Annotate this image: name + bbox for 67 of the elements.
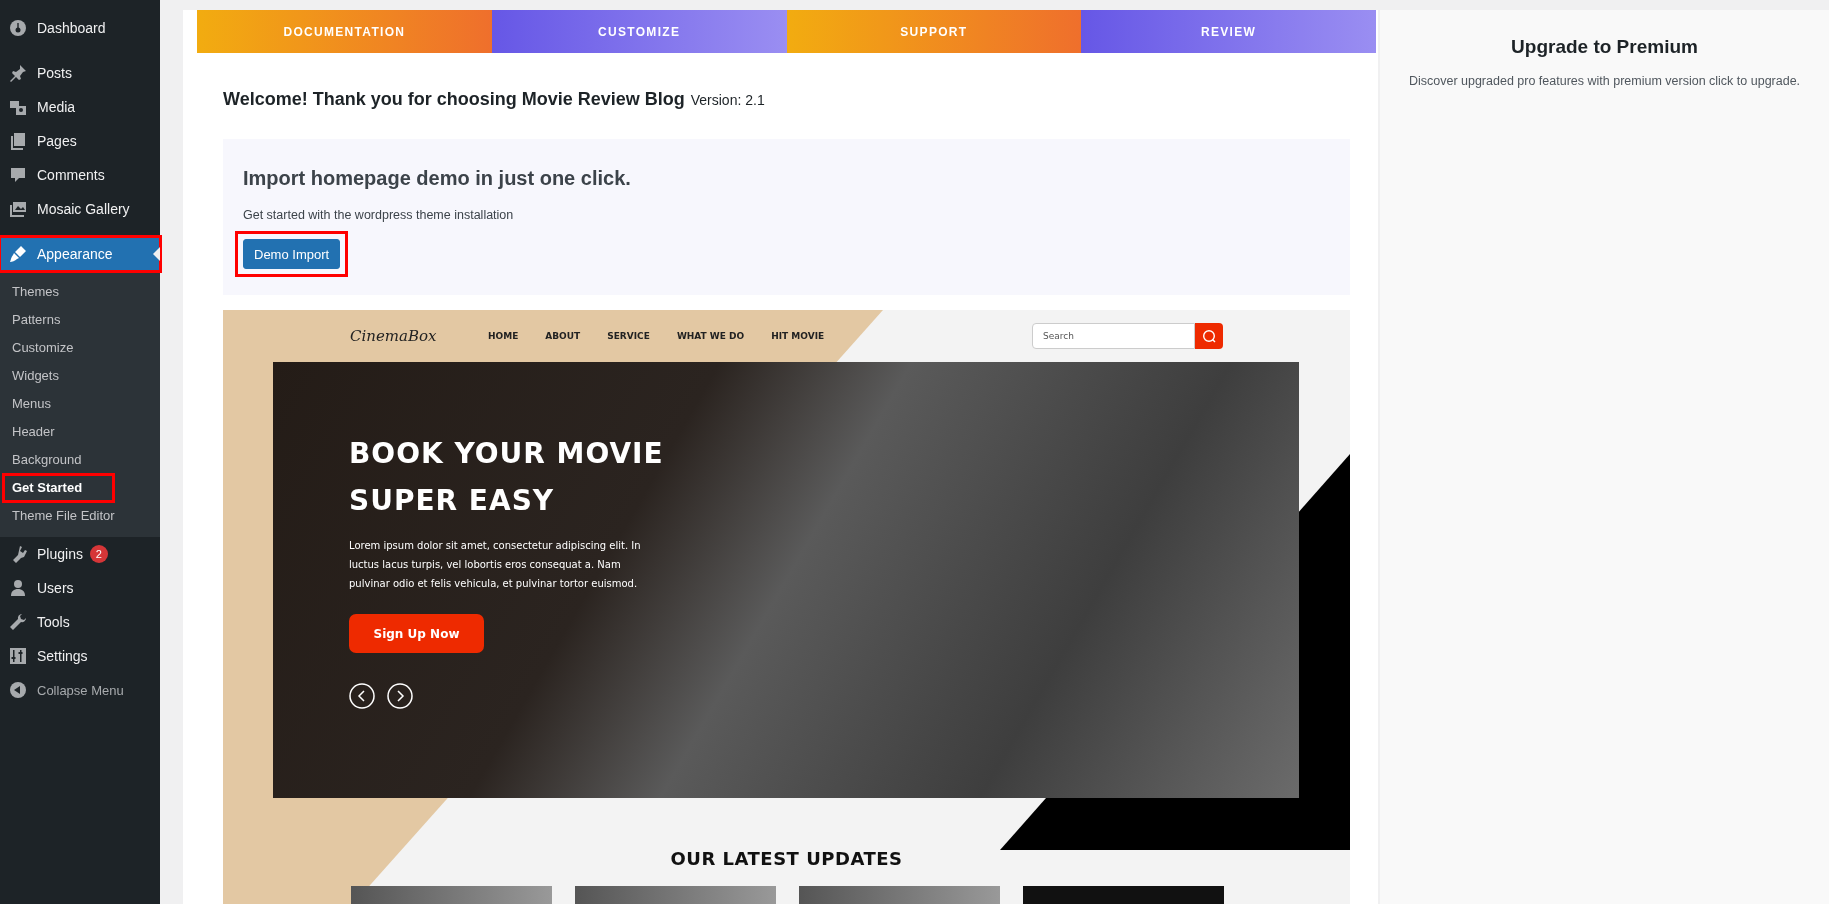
upgrade-description: Discover upgraded pro features with premium version click to upgrade. <box>1407 74 1802 88</box>
submenu-item[interactable]: Themes <box>0 278 69 306</box>
search-button[interactable] <box>1195 323 1223 349</box>
demo-import-button[interactable]: Demo Import <box>243 239 341 269</box>
sidebar-item[interactable]: Settings <box>0 639 160 673</box>
section-heading: OUR LATEST UPDATES <box>669 848 904 869</box>
submenu-item[interactable]: Get Started <box>3 474 115 502</box>
nav-link[interactable]: SERVICE <box>607 331 650 341</box>
menu-label: Mosaic Gallery <box>37 201 130 217</box>
collapse-icon <box>8 680 28 700</box>
menu-label: Posts <box>37 65 72 81</box>
menu-label: Pages <box>37 133 77 149</box>
sidebar-item[interactable]: Mosaic Gallery <box>0 192 160 226</box>
menu-icon <box>8 165 28 185</box>
hero-title: BOOK YOUR MOVIE SUPER EASY <box>349 436 665 519</box>
tab[interactable]: CUSTOMIZE <box>491 10 787 53</box>
submenu-item[interactable]: Customize <box>0 334 84 362</box>
search-icon <box>1202 329 1216 343</box>
sidebar-item[interactable]: Users <box>0 571 160 605</box>
menu-label: Settings <box>37 648 88 664</box>
menu-label: Comments <box>37 167 105 183</box>
sidebar-item[interactable]: Dashboard <box>0 11 160 45</box>
previous-slide-icon[interactable] <box>349 683 375 709</box>
submenu-item[interactable]: Header <box>0 418 65 446</box>
menu-icon <box>8 646 28 666</box>
sidebar-item[interactable]: Posts <box>0 56 160 90</box>
nav-link[interactable]: HIT MOVIE <box>771 331 825 341</box>
submenu-item[interactable]: Patterns <box>0 306 71 334</box>
count-badge: 2 <box>89 545 108 563</box>
sidebar-item[interactable]: Pages <box>0 124 160 158</box>
nav-link[interactable]: HOME <box>488 331 519 341</box>
upgrade-title: Upgrade to Premium <box>1510 36 1699 58</box>
hero-text: Lorem ipsum dolor sit amet, consectetur adipiscing elit. In luctus lacus turpis, vel lobortis eros consequat a. Nam pulvinar odio et felis vehicula, et pulvinar tortor euismod. <box>349 539 642 591</box>
nav-link[interactable]: ABOUT <box>545 331 581 341</box>
sidebar-item[interactable]: Tools <box>0 605 160 639</box>
menu-icon <box>8 578 28 598</box>
menu-label: Media <box>37 99 76 115</box>
menu-label: Users <box>37 580 74 596</box>
submenu-item[interactable]: Background <box>0 446 92 474</box>
import-title: Import homepage demo in just one click. <box>243 167 632 190</box>
next-slide-icon[interactable] <box>387 683 413 709</box>
tab[interactable]: REVIEW <box>1081 10 1376 53</box>
menu-label: Tools <box>37 614 70 630</box>
submenu-item[interactable]: Widgets <box>0 362 69 390</box>
welcome-title: Welcome! Thank you for choosing Movie Review Blog <box>223 89 685 110</box>
menu-icon <box>8 612 28 632</box>
menu-icon <box>8 131 28 151</box>
menu-icon <box>8 244 28 264</box>
sidebar-item[interactable]: Media <box>0 90 160 124</box>
nav-link[interactable]: WHAT WE DO <box>676 331 745 341</box>
site-logo: CinemaBox <box>350 327 438 345</box>
search-field[interactable]: Search <box>1032 323 1195 349</box>
sign-up-button[interactable]: Sign Up Now <box>349 614 484 653</box>
submenu-item[interactable]: Menus <box>0 390 62 418</box>
sidebar-item[interactable]: Plugins 2 <box>0 537 160 571</box>
sidebar-item[interactable]: Comments <box>0 158 160 192</box>
menu-label: Plugins <box>37 546 83 562</box>
menu-label: Dashboard <box>37 20 106 36</box>
sidebar-item[interactable]: Appearance <box>0 237 160 271</box>
version-label: Version: 2.1 <box>690 92 765 108</box>
menu-icon <box>8 63 28 83</box>
menu-icon <box>8 199 28 219</box>
menu-icon <box>8 18 28 38</box>
menu-label: Appearance <box>37 246 113 262</box>
import-description: Get started with the wordpress theme installation <box>243 208 515 222</box>
collapse-menu-button[interactable]: Collapse Menu <box>0 673 160 707</box>
submenu-item[interactable]: Theme File Editor <box>0 502 125 530</box>
